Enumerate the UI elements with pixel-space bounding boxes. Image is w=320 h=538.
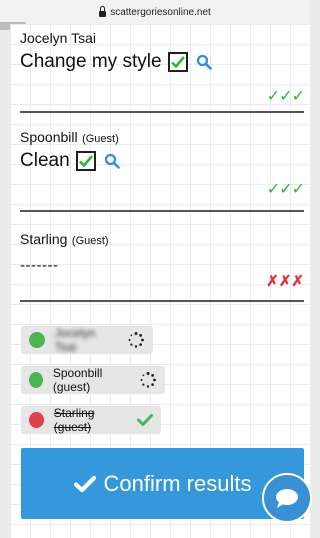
entry-divider	[20, 300, 304, 302]
search-icon[interactable]	[196, 54, 212, 70]
entry-divider	[20, 111, 304, 113]
checkmark-icon	[73, 475, 96, 493]
guest-label: (Guest)	[82, 133, 119, 145]
confirm-label: Confirm results	[103, 470, 252, 496]
lock-icon	[99, 6, 107, 17]
answer-text: Change my style	[20, 51, 162, 72]
status-dot	[29, 412, 44, 428]
chat-bubble-button[interactable]	[262, 473, 312, 523]
player-status-name: Spoonbill (guest)	[52, 366, 103, 394]
vote-marks: ✗✗✗	[266, 273, 304, 290]
vote-marks: ✓✓✓	[266, 181, 305, 198]
player-name: Jocelyn Tsai	[20, 30, 304, 48]
confirm-results-button[interactable]: Confirm results	[21, 448, 304, 519]
check-icon	[137, 413, 153, 427]
entry-divider	[20, 210, 304, 212]
empty-answer: -------	[20, 257, 59, 274]
answer-text: Clean	[20, 150, 70, 171]
player-status-name: Starling (guest)	[53, 406, 95, 434]
check-icon	[78, 155, 93, 168]
player-name-text: Jocelyn Tsai	[20, 30, 97, 46]
results-panel: Jocelyn Tsai Change my style ✓✓✓ Spoonbi…	[10, 24, 310, 538]
player-status-name: Jocelyn Tsai	[54, 326, 96, 354]
status-dot	[29, 332, 45, 348]
player-name: Spoonbill (Guest)	[20, 129, 304, 147]
address-bar[interactable]: scattergoriesonline.net	[0, 0, 310, 25]
check-icon	[170, 56, 185, 69]
loading-spinner-icon	[139, 371, 157, 389]
guest-label: (Guest)	[71, 235, 109, 247]
accept-checkbox[interactable]	[167, 52, 188, 72]
chat-icon	[276, 489, 298, 508]
player-status-item: Jocelyn Tsai	[21, 326, 153, 354]
answer-entry: Starling (Guest) ------- ✗✗✗	[20, 231, 304, 290]
player-name-text: Spoonbill	[20, 129, 78, 145]
status-dot	[29, 372, 43, 388]
player-status-item: Starling (guest)	[21, 406, 161, 434]
player-status-item: Spoonbill (guest)	[21, 366, 165, 394]
loading-spinner-icon	[127, 331, 145, 349]
accept-checkbox[interactable]	[75, 151, 96, 171]
answer-entry: Spoonbill (Guest) Clean ✓✓✓	[20, 129, 305, 198]
answer-entry: Jocelyn Tsai Change my style ✓✓✓	[20, 30, 305, 105]
search-icon[interactable]	[104, 153, 120, 169]
player-name: Starling (Guest)	[20, 231, 304, 249]
url-text: scattergoriesonline.net	[110, 6, 211, 18]
vote-marks: ✓✓✓	[266, 88, 305, 105]
player-name-text: Starling	[20, 231, 68, 247]
